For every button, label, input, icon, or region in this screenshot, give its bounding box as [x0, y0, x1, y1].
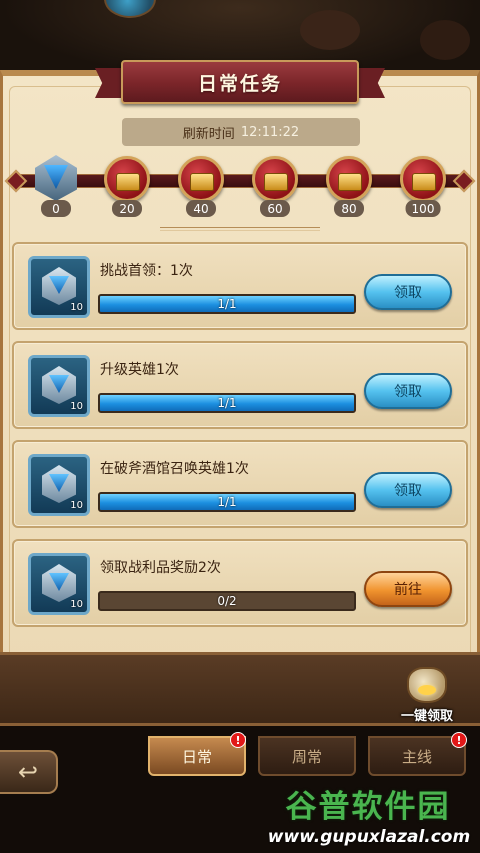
milestone-chest-icon[interactable]: [400, 156, 446, 202]
progress-text: 1/1: [217, 495, 237, 509]
milestone-label: 100: [405, 200, 441, 217]
milestone-label: 80: [334, 200, 364, 217]
emblem-icon: [42, 267, 76, 305]
tab-label: 周常: [291, 747, 322, 766]
watermark-title: 谷普软件园: [285, 788, 451, 825]
watermark-url: www.gupuxlazal.com: [267, 827, 471, 847]
back-button[interactable]: ↩: [0, 750, 58, 794]
one-click-claim-button[interactable]: 一键领取: [396, 662, 458, 724]
back-arrow-icon: ↩: [17, 758, 39, 786]
title-ribbon: 日常任务: [95, 58, 385, 108]
task-card: 10 挑战首领：1次 1/1 领取: [12, 242, 468, 330]
alert-badge: !: [451, 732, 467, 748]
reward-qty: 10: [70, 401, 83, 412]
reward-qty: 10: [70, 599, 83, 610]
emblem-icon: [42, 366, 76, 404]
claim-button[interactable]: 领取: [364, 373, 452, 409]
claim-button[interactable]: 领取: [364, 274, 452, 310]
milestone-label: 0: [41, 200, 71, 217]
progress-text: 1/1: [217, 297, 237, 311]
milestone-track: [14, 174, 464, 188]
task-title: 领取战利品奖励2次: [100, 560, 221, 576]
milestone-chest-icon[interactable]: [326, 156, 372, 202]
emblem-icon: [42, 564, 76, 602]
reward-qty: 10: [70, 500, 83, 511]
milestone-chest-icon[interactable]: [104, 156, 150, 202]
milestone-label: 20: [112, 200, 142, 217]
reward-qty: 10: [70, 302, 83, 313]
task-card: 10 在破斧酒馆召唤英雄1次 1/1 领取: [12, 440, 468, 528]
progress-text: 0/2: [217, 594, 237, 608]
divider: [160, 227, 320, 231]
task-progress-bar: 0/2: [98, 591, 356, 611]
reward-emblem-icon: 10: [28, 355, 90, 417]
task-title: 挑战首领：1次: [100, 263, 193, 279]
reward-emblem-icon: 10: [28, 256, 90, 318]
ribbon-banner: 日常任务: [121, 60, 359, 104]
task-card: 10 升级英雄1次 1/1 领取: [12, 341, 468, 429]
task-title: 升级英雄1次: [100, 362, 179, 378]
progress-text: 1/1: [217, 396, 237, 410]
task-card: 10 领取战利品奖励2次 0/2 前往: [12, 539, 468, 627]
milestone-chest-icon[interactable]: [178, 156, 224, 202]
reward-emblem-icon: 10: [28, 553, 90, 615]
task-progress-bar: 1/1: [98, 393, 356, 413]
treasure-pouch-icon: [407, 667, 447, 703]
one-click-label: 一键领取: [400, 709, 453, 724]
refresh-time: 12:11:22: [240, 124, 300, 140]
claim-button[interactable]: 领取: [364, 472, 452, 508]
tab-label: 主线: [401, 747, 432, 766]
reward-emblem-icon: 10: [28, 454, 90, 516]
task-title: 在破斧酒馆召唤英雄1次: [100, 461, 249, 477]
task-progress-bar: 1/1: [98, 294, 356, 314]
tab-label: 日常: [181, 747, 212, 766]
milestone-label: 60: [260, 200, 290, 217]
refresh-label: 刷新时间: [182, 126, 235, 142]
go-button[interactable]: 前往: [364, 571, 452, 607]
background-blob: [300, 10, 360, 50]
tab-weekly[interactable]: 周常: [258, 736, 356, 776]
refresh-timer: 刷新时间 12:11:22: [122, 118, 360, 146]
milestone-label: 40: [186, 200, 216, 217]
alert-badge: !: [230, 732, 246, 748]
background-blob: [420, 20, 470, 60]
emblem-icon: [42, 465, 76, 503]
task-progress-bar: 1/1: [98, 492, 356, 512]
page-title: 日常任务: [197, 72, 282, 95]
milestone-chest-icon[interactable]: [252, 156, 298, 202]
